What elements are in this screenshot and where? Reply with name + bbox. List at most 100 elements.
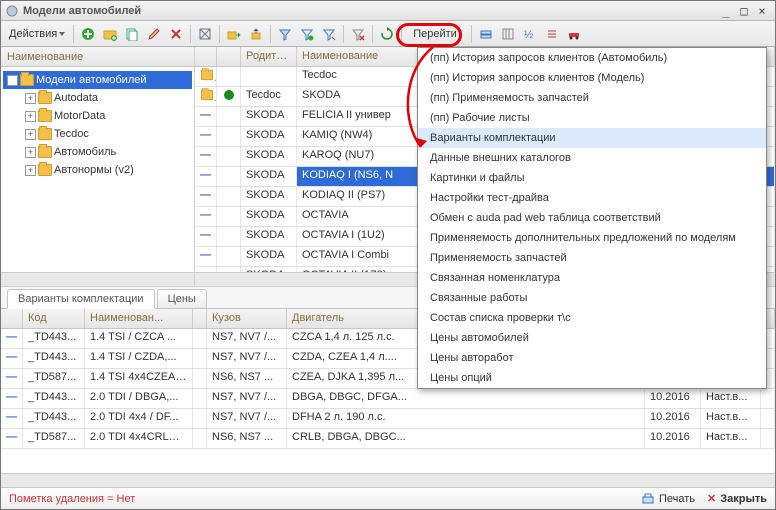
name-cell: 2.0 TDI 4x4CRLB,... [90, 431, 188, 443]
name-cell: OCTAVIA [302, 209, 349, 221]
minimize-button[interactable]: _ [717, 4, 735, 18]
tree-item[interactable]: +Autodata [3, 89, 192, 107]
tree-item[interactable]: + MotorData [3, 107, 192, 125]
go-dropdown-menu[interactable]: (пп) История запросов клиентов (Автомоби… [417, 47, 767, 389]
go-menu-item[interactable]: Связанные работы [418, 288, 766, 308]
close-form-button[interactable]: ✕ Закрыть [707, 492, 767, 505]
expander-icon[interactable]: − [7, 75, 18, 86]
settings-icon[interactable] [476, 24, 496, 44]
tree-hscroll[interactable] [1, 272, 194, 286]
app-window: Модели автомобилей _ □ × Действия Перейт… [0, 0, 776, 510]
parent-cell: Tecdoc [246, 89, 281, 101]
go-menu-item[interactable]: Варианты комплектации [418, 128, 766, 148]
name-cell: KAMIQ (NW4) [302, 129, 372, 141]
go-menu-item[interactable]: Применяемость дополнительных предложений… [418, 228, 766, 248]
tree-item[interactable]: +Автомобиль [3, 143, 192, 161]
folder-icon [201, 70, 213, 80]
now-cell: Наст.в... [706, 411, 747, 423]
close-button[interactable]: × [753, 4, 771, 18]
go-menu-item[interactable]: Состав списка проверки т\с [418, 308, 766, 328]
tree-root[interactable]: − Модели автомобилей [3, 71, 192, 89]
grid-h2[interactable]: Родите... [241, 47, 297, 66]
go-menu-item[interactable]: Обмен с auda pad web таблица соответстви… [418, 208, 766, 228]
go-menu-item[interactable]: (пп) Рабочие листы [418, 108, 766, 128]
lower-hscroll[interactable] [1, 473, 775, 487]
go-menu-item[interactable]: Цены авторабот [418, 348, 766, 368]
move-icon[interactable] [224, 24, 244, 44]
lh3[interactable] [193, 309, 207, 328]
filter-clear-icon[interactable] [348, 24, 368, 44]
go-menu-item[interactable]: Настройки тест-драйва [418, 188, 766, 208]
grid-h0[interactable] [195, 47, 217, 66]
svg-text:½: ½ [524, 29, 533, 41]
tree-label: MotorData [54, 110, 105, 122]
copy-icon[interactable] [122, 24, 142, 44]
item-icon: — [200, 129, 211, 141]
go-dropdown[interactable]: Перейти [406, 25, 467, 43]
refresh-icon[interactable] [377, 24, 397, 44]
go-menu-item[interactable]: Картинки и файлы [418, 168, 766, 188]
table-row[interactable]: —_TD587...2.0 TDI 4x4CRLB,...NS6, NS7 ..… [1, 429, 775, 449]
filter3-icon[interactable] [319, 24, 339, 44]
tab-variants[interactable]: Варианты комплектации [7, 289, 155, 309]
name-cell: OCTAVIA I (1U2) [302, 229, 385, 241]
go-menu-item[interactable]: Связанная номенклатура [418, 268, 766, 288]
go-menu-item[interactable]: Применяемость запчастей [418, 248, 766, 268]
parent-cell: SKODA [246, 109, 285, 121]
item-icon: — [200, 189, 211, 201]
add-icon[interactable] [78, 24, 98, 44]
expander-icon[interactable]: + [25, 111, 36, 122]
item-icon: — [200, 209, 211, 221]
list2-icon[interactable] [542, 24, 562, 44]
go-menu-item[interactable]: Цены опций [418, 368, 766, 388]
table-row[interactable]: —_TD443...2.0 TDI 4x4 / DF...NS7, NV7 /.… [1, 409, 775, 429]
tree-item[interactable]: +Tecdoc [3, 125, 192, 143]
body-cell: NS7, NV7 /... [212, 331, 276, 343]
edit-icon[interactable] [144, 24, 164, 44]
hierarchy-icon[interactable] [195, 24, 215, 44]
go-menu-item[interactable]: (пп) Применяемость запчастей [418, 88, 766, 108]
tab-prices[interactable]: Цены [157, 289, 207, 308]
name-cell: 1.4 TSI 4x4CZEA,... [90, 371, 188, 383]
model-tree[interactable]: − Модели автомобилей +Autodata+MotorData… [1, 67, 194, 272]
lh2[interactable]: Наименован... [85, 309, 193, 328]
expander-icon[interactable]: + [25, 165, 36, 176]
fraction-icon[interactable]: ½ [520, 24, 540, 44]
expander-icon[interactable]: + [25, 93, 36, 104]
filter-icon[interactable] [275, 24, 295, 44]
grid-h1[interactable] [217, 47, 241, 66]
print-icon [641, 492, 655, 506]
expander-icon[interactable]: + [25, 129, 36, 140]
body-cell: NS6, NS7 ... [212, 431, 273, 443]
folder-icon [20, 74, 34, 86]
body-cell: NS7, NV7 /... [212, 411, 276, 423]
add-folder-icon[interactable] [100, 24, 120, 44]
print-button[interactable]: Печать [641, 492, 695, 506]
table-row[interactable]: —_TD443...2.0 TDI / DBGA,...NS7, NV7 /..… [1, 389, 775, 409]
lh0[interactable] [1, 309, 23, 328]
car-icon[interactable] [564, 24, 584, 44]
tree-header[interactable]: Наименование [1, 47, 194, 67]
go-menu-item[interactable]: (пп) История запросов клиентов (Автомоби… [418, 48, 766, 68]
tree-item[interactable]: +Автонормы (v2) [3, 161, 192, 179]
lh1[interactable]: Код [23, 309, 85, 328]
parent-cell: SKODA [246, 209, 285, 221]
item-icon: — [6, 331, 17, 343]
go-menu-item[interactable]: (пп) История запросов клиентов (Модель) [418, 68, 766, 88]
item-icon: — [200, 249, 211, 261]
item-icon: — [6, 391, 17, 403]
toolbar: Действия Перейти ½ [1, 21, 775, 47]
actions-dropdown[interactable]: Действия [5, 26, 69, 42]
columns-icon[interactable] [498, 24, 518, 44]
lh4[interactable]: Кузов [207, 309, 287, 328]
maximize-button[interactable]: □ [735, 4, 753, 18]
delete-icon[interactable] [166, 24, 186, 44]
go-menu-item[interactable]: Цены автомобилей [418, 328, 766, 348]
filter2-icon[interactable] [297, 24, 317, 44]
folder-icon [201, 90, 213, 100]
parent-cell: SKODA [246, 149, 285, 161]
go-menu-item[interactable]: Данные внешних каталогов [418, 148, 766, 168]
expander-icon[interactable]: + [25, 147, 36, 158]
level-up-icon[interactable] [246, 24, 266, 44]
statusbar: Пометка удаления = Нет Печать ✕ Закрыть [1, 487, 775, 509]
